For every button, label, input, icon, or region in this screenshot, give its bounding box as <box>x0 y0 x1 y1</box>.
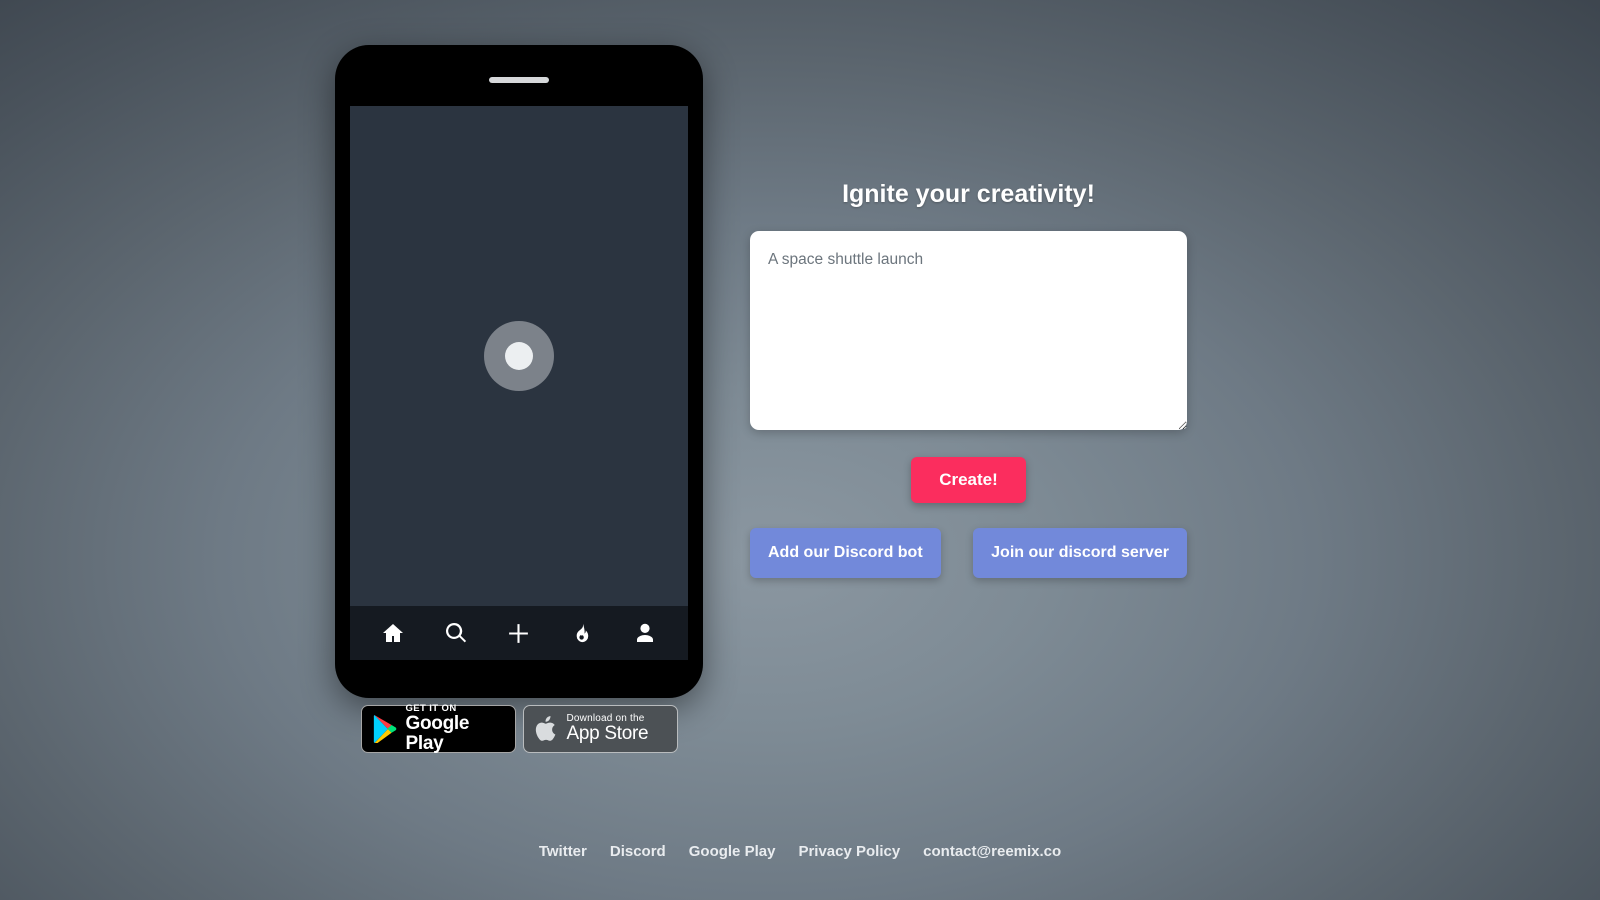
phone-preview-canvas <box>350 106 688 606</box>
add-discord-bot-button[interactable]: Add our Discord bot <box>750 528 941 578</box>
google-play-badge-text: GET IT ON Google Play <box>406 704 503 754</box>
phone-bottom-navigation <box>350 606 688 660</box>
app-store-badge-text: Download on the App Store <box>566 713 649 745</box>
footer-link-discord[interactable]: Discord <box>610 843 666 860</box>
footer-link-privacy-policy[interactable]: Privacy Policy <box>798 843 900 860</box>
loading-spinner-icon <box>484 321 554 391</box>
footer-links: Twitter Discord Google Play Privacy Poli… <box>0 843 1600 860</box>
google-play-badge-bottom: Google Play <box>405 713 470 754</box>
search-icon[interactable] <box>443 620 469 646</box>
prompt-panel: Ignite your creativity! Create! Add our … <box>750 180 1187 578</box>
footer-link-google-play[interactable]: Google Play <box>689 843 776 860</box>
fire-icon[interactable] <box>569 620 595 646</box>
plus-icon[interactable] <box>506 620 532 646</box>
google-play-badge[interactable]: GET IT ON Google Play <box>360 704 516 754</box>
footer-link-contact-email[interactable]: contact@reemix.co <box>923 843 1061 860</box>
app-store-badge[interactable]: Download on the App Store <box>522 705 678 753</box>
apple-icon <box>535 715 555 741</box>
home-icon[interactable] <box>380 620 406 646</box>
person-icon[interactable] <box>632 620 658 646</box>
app-store-badge-bottom: App Store <box>566 723 649 745</box>
phone-mockup <box>335 45 703 698</box>
create-button[interactable]: Create! <box>911 457 1026 503</box>
phone-speaker-grille <box>489 77 549 83</box>
google-play-icon <box>373 715 396 743</box>
loading-spinner-core <box>505 342 533 370</box>
discord-button-row: Add our Discord bot Join our discord ser… <box>750 528 1187 578</box>
page-title: Ignite your creativity! <box>842 180 1095 208</box>
prompt-input[interactable] <box>750 231 1187 430</box>
app-store-badges: GET IT ON Google Play Download on the Ap… <box>335 704 703 754</box>
create-button-row: Create! <box>750 457 1187 503</box>
join-discord-server-button[interactable]: Join our discord server <box>973 528 1187 578</box>
footer-link-twitter[interactable]: Twitter <box>539 843 587 860</box>
phone-screen <box>350 106 688 660</box>
phone-frame <box>335 45 703 698</box>
